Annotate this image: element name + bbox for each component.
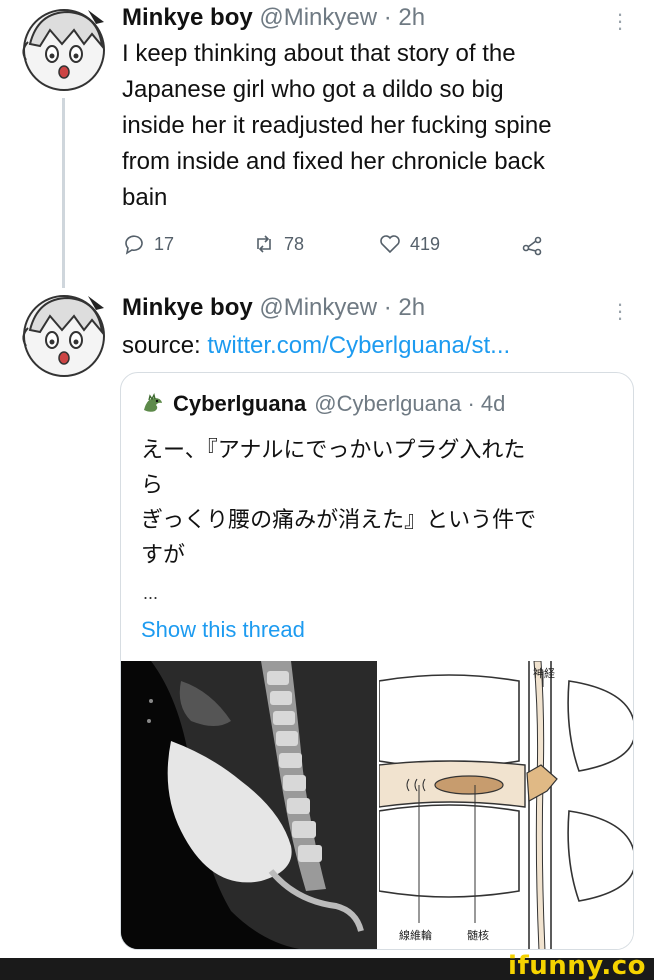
retweet-icon: [257, 235, 271, 253]
quoted-text-line: ら: [141, 473, 164, 498]
reply-button[interactable]: 17: [122, 232, 174, 256]
share-icon: [522, 236, 542, 256]
author-handle-time: @Minkyew · 2h: [252, 4, 426, 31]
tweet-text-line: inside her it readjusted her fucking spi…: [122, 112, 552, 139]
source-label: source:: [122, 332, 208, 359]
ct-scan-image[interactable]: [121, 661, 377, 950]
retweet-button[interactable]: 78: [252, 232, 304, 256]
share-button[interactable]: [520, 232, 544, 256]
reply-count: 17: [154, 233, 175, 254]
tweet-text: I keep thinking about that story of the …: [122, 36, 622, 216]
label-nucleus-pulposus: 髄核: [467, 928, 489, 942]
like-icon: [380, 235, 400, 254]
tweet-header: Minkye boy @Minkyew · 2h: [122, 4, 425, 32]
tweet-text-line: bain: [122, 184, 168, 211]
tweet-text-line: Japanese girl who got a dildo so big: [122, 76, 504, 103]
label-nerve: 神経: [533, 666, 555, 680]
tweet-1[interactable]: Minkye boy @Minkyew · 2h · · · I keep thin…: [0, 0, 654, 290]
action-bar: 17 78 419: [122, 228, 552, 264]
more-icon[interactable]: · · ·: [612, 293, 628, 329]
quoted-text-line: えー、『アナルにでっかいプラグ入れた: [141, 438, 526, 463]
tweet-text-line: from inside and fixed her chronicle back: [122, 148, 545, 175]
quoted-tweet-text: えー、『アナルにでっかいプラグ入れた ら ぎっくり腰の痛みが消えた』という件で …: [141, 433, 621, 573]
avatar-icon[interactable]: [18, 290, 110, 382]
author-name[interactable]: Minkye boy: [122, 294, 253, 321]
iguana-avatar-icon[interactable]: [141, 392, 165, 416]
media-grid[interactable]: 神経 線維輪 髄核: [121, 661, 634, 950]
label-annulus-fibrosus: 線維輪: [399, 928, 432, 942]
quoted-text-line: ぎっくり腰の痛みが消えた』という件で: [141, 508, 537, 533]
tweet-text: source: twitter.com/Cyberlguana/st...: [122, 328, 622, 364]
source-link[interactable]: twitter.com/Cyberlguana/st...: [207, 332, 510, 359]
reply-icon: [125, 235, 143, 255]
quoted-tweet-header: Cyberlguana @Cyberlguana · 4d: [141, 391, 505, 417]
show-thread-link[interactable]: Show this thread: [141, 617, 305, 643]
quoted-tweet[interactable]: Cyberlguana @Cyberlguana · 4d えー、『アナルにでっ…: [120, 372, 634, 950]
more-icon[interactable]: · · ·: [612, 3, 628, 39]
tweet-header: Minkye boy @Minkyew · 2h: [122, 294, 425, 322]
retweet-count: 78: [284, 233, 305, 254]
like-button[interactable]: 419: [378, 232, 440, 256]
ifunny-watermark: ifunny.co: [508, 951, 646, 980]
like-count: 419: [410, 233, 441, 254]
text-ellipsis: ...: [143, 583, 159, 603]
quoted-author-handle-time: @Cyberlguana · 4d: [314, 391, 506, 416]
spine-diagram-image[interactable]: 神経 線維輪 髄核: [379, 661, 634, 950]
avatar-icon[interactable]: [18, 4, 110, 96]
quoted-author-name[interactable]: Cyberlguana: [173, 391, 306, 417]
tweet-text-line: I keep thinking about that story of the: [122, 40, 516, 67]
thread-line: [62, 98, 65, 288]
author-name[interactable]: Minkye boy: [122, 4, 253, 31]
quoted-text-line: すが: [141, 543, 186, 568]
author-handle-time: @Minkyew · 2h: [252, 294, 426, 321]
